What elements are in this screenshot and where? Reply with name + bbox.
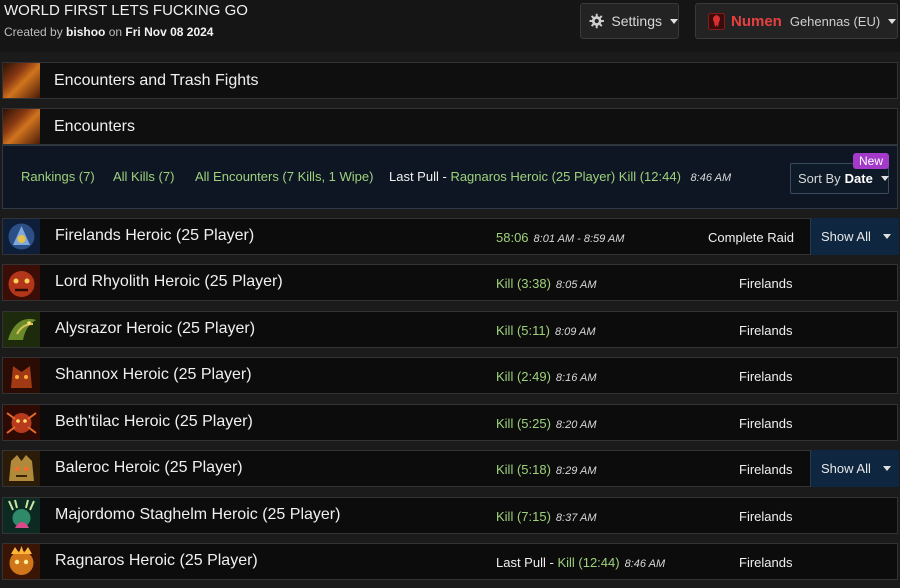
report-meta: Created by bishoo on Fri Nov 08 2024: [4, 25, 213, 39]
character-name: Numen: [731, 12, 782, 30]
character-selector[interactable]: Numen Gehennas (EU): [695, 3, 898, 39]
chevron-down-icon: [882, 234, 891, 239]
fight-result: Kill (7:15) 8:37 AM: [496, 509, 596, 524]
fight-name: Shannox Heroic (25 Player): [55, 366, 252, 383]
fight-result: Kill (3:38) 8:05 AM: [496, 276, 596, 291]
show-all-button[interactable]: Show All: [810, 450, 899, 487]
tab-rankings[interactable]: Rankings (7): [21, 169, 95, 184]
fight-time: 8:46 AM: [624, 558, 666, 570]
section-label: Encounters: [54, 117, 135, 135]
settings-label: Settings: [611, 13, 662, 29]
settings-button[interactable]: Settings: [580, 3, 679, 39]
fight-kill: Kill (2:49): [496, 369, 551, 384]
fight-row-shannox[interactable]: Shannox Heroic (25 Player) Kill (2:49) 8:…: [2, 357, 898, 394]
fight-duration: 58:06: [496, 230, 529, 245]
fight-kill: Kill (5:25): [496, 416, 551, 431]
section-encounters[interactable]: Encounters: [2, 108, 898, 145]
fight-name: Ragnaros Heroic (25 Player): [55, 552, 258, 569]
show-all-button[interactable]: Show All: [810, 218, 899, 255]
fight-time: 8:37 AM: [555, 512, 597, 524]
fight-name: Firelands Heroic (25 Player): [55, 227, 255, 244]
firelands-zone-thumbnail: [3, 63, 40, 98]
chevron-down-icon: [882, 466, 891, 471]
fight-row-majordomo-staghelm[interactable]: Majordomo Staghelm Heroic (25 Player) Ki…: [2, 497, 898, 534]
new-badge: New: [853, 153, 890, 169]
fight-result: 58:06 8:01 AM - 8:59 AM: [496, 230, 624, 245]
sort-by-value: Date: [844, 171, 873, 186]
encounter-filter-panel: Rankings (7) All Kills (7) All Encounter…: [2, 145, 898, 209]
gear-icon: [589, 13, 604, 29]
fight-zone: Firelands: [739, 369, 793, 384]
fight-kill: Kill (12:44): [557, 555, 620, 570]
firelands-zone-thumbnail: [3, 109, 40, 144]
report-header: WORLD FIRST LETS FUCKING GO Created by b…: [0, 0, 900, 52]
ragnaros-icon: [3, 544, 40, 579]
fight-zone: Firelands: [739, 555, 793, 570]
fight-kill: Kill (3:38): [496, 276, 551, 291]
shannox-icon: [3, 358, 40, 393]
fight-name: Beth'tilac Heroic (25 Player): [55, 413, 253, 430]
fight-result: Kill (5:25) 8:20 AM: [496, 416, 596, 431]
fight-kill: Kill (7:15): [496, 509, 551, 524]
fight-time: 8:01 AM - 8:59 AM: [533, 233, 625, 245]
report-author[interactable]: bishoo: [66, 25, 105, 39]
character-server: Gehennas (EU): [789, 13, 881, 29]
tab-all-encounters[interactable]: All Encounters (7 Kills, 1 Wipe): [195, 169, 373, 184]
fight-time: 8:20 AM: [555, 419, 597, 431]
report-title: WORLD FIRST LETS FUCKING GO: [4, 2, 248, 19]
fight-time: 8:05 AM: [555, 279, 597, 291]
chevron-down-icon: [670, 18, 678, 24]
fight-zone: Firelands: [739, 276, 793, 291]
fight-row-bethtilac[interactable]: Beth'tilac Heroic (25 Player) Kill (5:25…: [2, 404, 898, 441]
fight-row-firelands[interactable]: Firelands Heroic (25 Player) 58:06 8:01 A…: [2, 218, 899, 255]
fight-time: 8:16 AM: [555, 372, 597, 384]
fight-time: 8:29 AM: [555, 465, 597, 477]
fight-row-ragnaros[interactable]: Ragnaros Heroic (25 Player) Last Pull - …: [2, 543, 898, 580]
fight-zone: Complete Raid: [708, 230, 794, 245]
fight-time: 8:09 AM: [554, 326, 596, 338]
chevron-down-icon: [888, 18, 897, 24]
fight-kill: Kill (5:11): [496, 323, 550, 338]
fight-name: Alysrazor Heroic (25 Player): [55, 320, 256, 337]
fight-name: Lord Rhyolith Heroic (25 Player): [55, 273, 283, 290]
fight-kill: Kill (5:18): [496, 462, 551, 477]
last-pull-label: Last Pull -: [496, 555, 554, 570]
fight-zone: Firelands: [739, 462, 793, 477]
fight-name: Baleroc Heroic (25 Player): [55, 459, 243, 476]
fight-result: Last Pull - Kill (12:44) 8:46 AM: [496, 555, 665, 570]
fight-result: Kill (5:11) 8:09 AM: [496, 323, 596, 338]
fight-row-baleroc[interactable]: Baleroc Heroic (25 Player) Kill (5:18) 8:…: [2, 450, 899, 487]
horde-faction-icon: [708, 12, 725, 30]
created-by-label: Created by: [4, 25, 63, 39]
bethtilac-icon: [3, 405, 40, 440]
fight-row-alysrazor[interactable]: Alysrazor Heroic (25 Player) Kill (5:11)…: [2, 311, 898, 348]
firelands-icon: [3, 219, 40, 254]
fight-name: Majordomo Staghelm Heroic (25 Player): [55, 506, 341, 523]
alysrazor-icon: [3, 312, 40, 347]
section-label: Encounters and Trash Fights: [54, 71, 259, 89]
on-label: on: [108, 25, 123, 39]
section-encounters-trash[interactable]: Encounters and Trash Fights: [2, 62, 898, 99]
sort-by-label: Sort By: [798, 171, 841, 186]
show-all-label: Show All: [821, 229, 871, 244]
fight-row-lord-rhyolith[interactable]: Lord Rhyolith Heroic (25 Player) Kill (3…: [2, 264, 898, 301]
majordomo-staghelm-icon: [3, 498, 40, 533]
show-all-label: Show All: [821, 461, 871, 476]
fight-result: Kill (5:18) 8:29 AM: [496, 462, 596, 477]
report-date: Fri Nov 08 2024: [125, 25, 214, 39]
fight-zone: Firelands: [739, 323, 793, 338]
tab-all-kills[interactable]: All Kills (7): [113, 169, 174, 184]
last-pull-time: 8:46 AM: [690, 172, 732, 184]
last-pull-label: Last Pull -: [389, 169, 447, 184]
chevron-down-icon: [880, 176, 889, 181]
fight-result: Kill (2:49) 8:16 AM: [496, 369, 596, 384]
fight-zone: Firelands: [739, 509, 793, 524]
baleroc-icon: [3, 451, 40, 486]
last-pull-info: Last Pull - Ragnaros Heroic (25 Player) …: [389, 169, 731, 184]
fight-zone: Firelands: [739, 416, 793, 431]
lord-rhyolith-icon: [3, 265, 40, 300]
last-pull-link[interactable]: Ragnaros Heroic (25 Player) Kill (12:44): [450, 169, 680, 184]
